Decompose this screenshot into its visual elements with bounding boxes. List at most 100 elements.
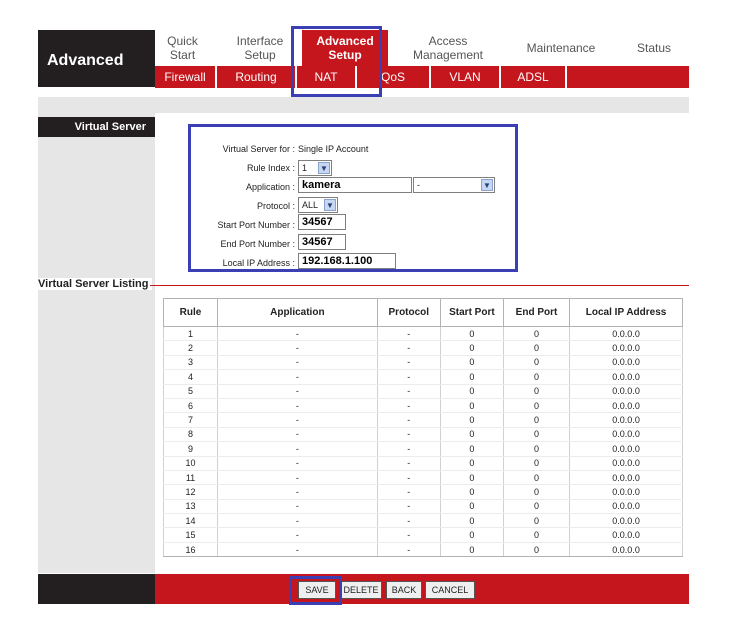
cell-local-ip: 0.0.0.0 bbox=[569, 340, 683, 356]
cell-rule: 15 bbox=[163, 527, 218, 543]
end-port-input[interactable]: 34567 bbox=[298, 234, 346, 250]
cell-local-ip: 0.0.0.0 bbox=[569, 527, 683, 543]
cell-start-port: 0 bbox=[439, 527, 504, 543]
cell-end-port: 0 bbox=[502, 542, 571, 558]
cell-application: - bbox=[217, 412, 378, 428]
tab-status[interactable]: Status bbox=[623, 30, 685, 66]
footer-bar bbox=[155, 574, 689, 604]
tab-quick-start[interactable]: Quick Start bbox=[155, 30, 210, 66]
cell-protocol: - bbox=[376, 340, 441, 356]
cell-rule: 10 bbox=[163, 456, 218, 471]
cell-rule: 3 bbox=[163, 355, 218, 371]
chevron-down-icon: ▼ bbox=[318, 162, 330, 174]
cell-start-port: 0 bbox=[439, 542, 504, 558]
cell-local-ip: 0.0.0.0 bbox=[569, 412, 683, 428]
table-row: 9- -0 0 0.0.0.0 bbox=[163, 441, 683, 457]
cell-local-ip: 0.0.0.0 bbox=[569, 484, 683, 500]
cell-local-ip: 0.0.0.0 bbox=[569, 427, 683, 443]
footer-left bbox=[38, 574, 155, 604]
cell-rule: 6 bbox=[163, 398, 218, 414]
tab-maintenance[interactable]: Maintenance bbox=[511, 30, 611, 66]
back-button[interactable]: BACK bbox=[386, 581, 422, 599]
cell-end-port: 0 bbox=[502, 412, 571, 428]
tab-interface-setup[interactable]: Interface Setup bbox=[221, 30, 299, 66]
col-header-local-ip: Local IP Address bbox=[569, 298, 683, 327]
start-port-input[interactable]: 34567 bbox=[298, 214, 346, 230]
cell-application: - bbox=[217, 513, 378, 529]
cell-local-ip: 0.0.0.0 bbox=[569, 384, 683, 399]
table-header-row: Rule Application Protocol Start Port End… bbox=[163, 298, 683, 327]
cell-start-port: 0 bbox=[439, 427, 504, 443]
cell-end-port: 0 bbox=[502, 355, 571, 371]
cell-local-ip: 0.0.0.0 bbox=[569, 456, 683, 471]
col-header-rule: Rule bbox=[163, 298, 218, 327]
table-row: 7- -0 0 0.0.0.0 bbox=[163, 412, 683, 428]
section-divider bbox=[150, 285, 689, 286]
subtab-vlan[interactable]: VLAN bbox=[431, 66, 501, 88]
rule-index-select[interactable]: 1 ▼ bbox=[298, 160, 332, 176]
highlight-save bbox=[289, 576, 342, 605]
cell-application: - bbox=[217, 542, 378, 558]
cell-local-ip: 0.0.0.0 bbox=[569, 326, 683, 342]
cell-local-ip: 0.0.0.0 bbox=[569, 355, 683, 371]
cell-rule: 2 bbox=[163, 340, 218, 356]
local-ip-input[interactable]: 192.168.1.100 bbox=[298, 253, 396, 269]
brand-title: Advanced bbox=[38, 30, 155, 87]
cell-start-port: 0 bbox=[439, 470, 504, 486]
cell-protocol: - bbox=[376, 384, 441, 399]
cell-local-ip: 0.0.0.0 bbox=[569, 513, 683, 529]
cell-application: - bbox=[217, 355, 378, 371]
subtab-adsl[interactable]: ADSL bbox=[501, 66, 567, 88]
tab-access-management[interactable]: Access Management bbox=[398, 30, 498, 66]
cell-application: - bbox=[217, 441, 378, 457]
cell-protocol: - bbox=[376, 542, 441, 558]
cell-start-port: 0 bbox=[439, 340, 504, 356]
subtab-routing[interactable]: Routing bbox=[217, 66, 297, 88]
cell-application: - bbox=[217, 484, 378, 500]
application-label: Application : bbox=[245, 182, 295, 192]
table-row: 13- -0 0 0.0.0.0 bbox=[163, 499, 683, 515]
cell-rule: 16 bbox=[163, 542, 218, 558]
rule-index-value: 1 bbox=[302, 163, 308, 173]
cell-protocol: - bbox=[376, 326, 441, 342]
cell-application: - bbox=[217, 470, 378, 486]
application-select[interactable]: - ▼ bbox=[413, 177, 495, 193]
application-input[interactable]: kamera bbox=[298, 177, 412, 193]
cell-rule: 14 bbox=[163, 513, 218, 529]
subtab-firewall[interactable]: Firewall bbox=[155, 66, 217, 88]
vs-for-value: Single IP Account bbox=[298, 144, 369, 154]
highlight-advanced-nat bbox=[291, 26, 382, 97]
cancel-button[interactable]: CANCEL bbox=[425, 581, 475, 599]
cell-rule: 4 bbox=[163, 369, 218, 385]
protocol-select[interactable]: ALL ▼ bbox=[298, 197, 338, 213]
cell-start-port: 0 bbox=[439, 384, 504, 399]
cell-application: - bbox=[217, 326, 378, 342]
cell-end-port: 0 bbox=[502, 484, 571, 500]
cell-end-port: 0 bbox=[502, 398, 571, 414]
cell-application: - bbox=[217, 398, 378, 414]
cell-rule: 7 bbox=[163, 412, 218, 428]
cell-start-port: 0 bbox=[439, 326, 504, 342]
cell-local-ip: 0.0.0.0 bbox=[569, 369, 683, 385]
cell-end-port: 0 bbox=[502, 527, 571, 543]
delete-button[interactable]: DELETE bbox=[340, 581, 382, 599]
cell-start-port: 0 bbox=[439, 499, 504, 515]
cell-start-port: 0 bbox=[439, 456, 504, 471]
end-port-label: End Port Number : bbox=[220, 239, 295, 249]
cell-end-port: 0 bbox=[502, 499, 571, 515]
col-header-protocol: Protocol bbox=[376, 298, 441, 327]
cell-protocol: - bbox=[376, 441, 441, 457]
cell-local-ip: 0.0.0.0 bbox=[569, 499, 683, 515]
cell-protocol: - bbox=[376, 499, 441, 515]
cell-end-port: 0 bbox=[502, 326, 571, 342]
cell-application: - bbox=[217, 340, 378, 356]
sub-nav: Firewall Routing NAT QoS VLAN ADSL bbox=[155, 66, 689, 88]
cell-start-port: 0 bbox=[439, 412, 504, 428]
cell-start-port: 0 bbox=[439, 369, 504, 385]
cell-protocol: - bbox=[376, 369, 441, 385]
cell-end-port: 0 bbox=[502, 441, 571, 457]
cell-end-port: 0 bbox=[502, 513, 571, 529]
cell-start-port: 0 bbox=[439, 513, 504, 529]
cell-start-port: 0 bbox=[439, 355, 504, 371]
cell-protocol: - bbox=[376, 470, 441, 486]
